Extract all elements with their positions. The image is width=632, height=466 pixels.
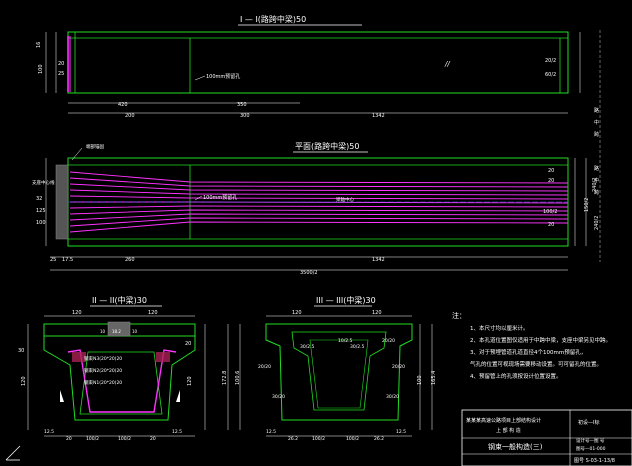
sec3-bottom-dim-6: 12.5 (396, 429, 406, 435)
plan-side-right-4: 20 (548, 222, 554, 228)
sec3-label-1: 30/2.5 (300, 344, 315, 350)
tb-sheet: 图号 S-03-1-13/8 (574, 458, 615, 464)
note-4: 4、预留管上的孔须按设计位置设置。 (470, 372, 562, 380)
top-dim-row2-a: 200 (125, 113, 135, 119)
top-side-left-dim-2: 100 (38, 64, 44, 74)
tb-right-mid2: 图号—01-000 (576, 446, 606, 452)
plan-dim-bottom-4: 1342 (372, 257, 385, 263)
plan-side-right-2: 20 (548, 178, 554, 184)
sec2-bottom-dim-5: 20 (150, 436, 156, 442)
svg-text://: // (444, 60, 450, 68)
plan-side-right-3: 100/2 (543, 209, 557, 215)
sec2-bottom-dim-4: 100/2 (118, 436, 131, 442)
top-right-col-1: 路 (594, 107, 599, 114)
sec2-bottom-dim-2: 20 (66, 436, 72, 442)
tb-drawing-title: 钢束一般构造(三) (488, 442, 543, 451)
sec2-top-dim-2: 120 (148, 310, 158, 316)
plan-left-label: 支座中心线 (32, 179, 55, 186)
top-dim-row1-b: 350 (237, 102, 247, 108)
top-side-right-dim-1: 20/2 (545, 58, 556, 64)
sec3-label-7: 20/20 (392, 364, 405, 370)
plan-right-col-1: 路 (594, 165, 599, 172)
sec3-side-right-1: 100 (417, 375, 423, 385)
note-2: 2、本孔道位置图仅适用于中跨中梁，支座中梁另见中跨。 (470, 336, 611, 344)
plan-rebar-label: 100mm预留孔 (203, 194, 237, 201)
sec3-top-dim-1: 120 (292, 310, 302, 316)
plan-right-col-3: 跨 (594, 189, 599, 196)
sec3-label-8: 20/20 (382, 338, 395, 344)
sec3-label-4: 30/20 (272, 394, 285, 400)
plan-dim-bottom-2: 17.5 (62, 257, 73, 263)
title-section-1-1: I — I(路跨中梁)50 (240, 14, 306, 24)
sec3-top-dim-2: 120 (372, 310, 382, 316)
tb-right-mid: 设计号—图 号 (576, 437, 605, 444)
plan-side-right-6: 150/2 (584, 198, 590, 212)
sec2-side-left-2: 120 (21, 376, 27, 386)
plan-dim-bottom-3: 260 (125, 257, 135, 263)
plan-side-left-3: 100 (36, 220, 46, 226)
top-side-right-dim-2: 60/2 (545, 72, 556, 78)
sec3-side-left-2: 100.6 (235, 371, 241, 385)
top-side-left-dim-4: 25 (58, 71, 64, 77)
note-3: 3、对于预埋管道孔道直径4个100mm预留孔， (470, 348, 586, 356)
plan-right-col-2: 中 (594, 177, 599, 184)
sec2-side-right-1: 20 (185, 341, 191, 347)
sec2-side-right-2: 120 (187, 376, 193, 386)
sec2-bottom-dim-1: 12.5 (44, 429, 54, 435)
sec3-label-3: 10/2.5 (338, 338, 353, 344)
plan-side-right-7: 240/2 (594, 216, 600, 230)
sec2-small-dim-2: 18.2 (112, 329, 121, 334)
sec3-label-2: 30/2.5 (350, 344, 365, 350)
sec3-side-right-2: 165.4 (431, 371, 437, 385)
top-view-rebar-label: 100mm预留孔 (206, 73, 240, 80)
sec3-bottom-dim-4: 100/2 (346, 436, 359, 442)
title-section-2-2: II — II(中梁)30 (92, 295, 147, 305)
sec3-bottom-dim-1: 12.5 (266, 429, 276, 435)
note-1: 1、本尺寸均以厘米计。 (470, 324, 529, 332)
sec3-label-6: 20/20 (258, 364, 271, 370)
plan-dim-bottom-1: 25 (50, 257, 56, 263)
note-3b: 气孔的位置可视现场需要移动设置。可可留孔的位置。 (470, 360, 602, 368)
plan-center-label: 梁轴中心 (336, 196, 354, 203)
sec3-bottom-dim-3: 100/2 (312, 436, 325, 442)
plan-dim-total: 3500/2 (300, 270, 318, 276)
title-plan: 平面(路跨中梁)50 (295, 141, 359, 151)
top-side-left-dim-3: 20 (58, 61, 64, 67)
sec3-label-5: 30/20 (386, 394, 399, 400)
sec2-rebar-label-3: 钢束N1(20*20)20 (84, 379, 122, 386)
sec2-bottom-dim-6: 12.5 (172, 429, 182, 435)
sec2-rebar-label-2: 钢束N2(20*20)20 (84, 367, 122, 374)
sec2-bottom-dim-3: 100/2 (86, 436, 99, 442)
cad-drawing-canvas[interactable]: I — I(路跨中梁)50 // 100mm预留孔 16 100 20 25 2… (0, 0, 632, 466)
sec2-rebar-label-1: 钢束N3(20*20)20 (84, 355, 122, 362)
notes-header: 注： (452, 311, 466, 320)
top-right-col-3: 跨 (594, 131, 599, 138)
sec2-small-dim-3: 10 (132, 329, 138, 334)
tb-project: 某某某高速公路项目上部结构设计 (466, 417, 541, 424)
plan-end-label: 端部锚固 (86, 143, 104, 150)
sec2-small-dim-1: 10 (100, 329, 106, 334)
plan-side-right-1: 20 (548, 168, 554, 174)
title-section-3-3: III — III(中梁)30 (316, 295, 376, 305)
plan-side-left-1: 32 (36, 196, 42, 202)
sec3-bottom-dim-2: 26.2 (288, 436, 298, 442)
top-dim-row1-a: 420 (118, 102, 128, 108)
top-right-col-2: 中 (594, 119, 599, 126)
tb-project-2: 上 部 构 造 (496, 427, 521, 434)
top-dim-row2-c: 1342 (372, 113, 385, 119)
plan-side-left-2: 125 (36, 208, 46, 214)
top-side-left-dim-1: 16 (36, 42, 42, 48)
sec2-top-dim-1: 120 (72, 310, 82, 316)
sec2-side-left-1: 30 (18, 348, 24, 354)
sec3-bottom-dim-5: 26.2 (374, 436, 384, 442)
top-dim-row2-b: 300 (240, 113, 250, 119)
tb-right-top: 初设—I标 (578, 419, 599, 426)
sec3-side-left-1: 172.8 (222, 371, 228, 385)
